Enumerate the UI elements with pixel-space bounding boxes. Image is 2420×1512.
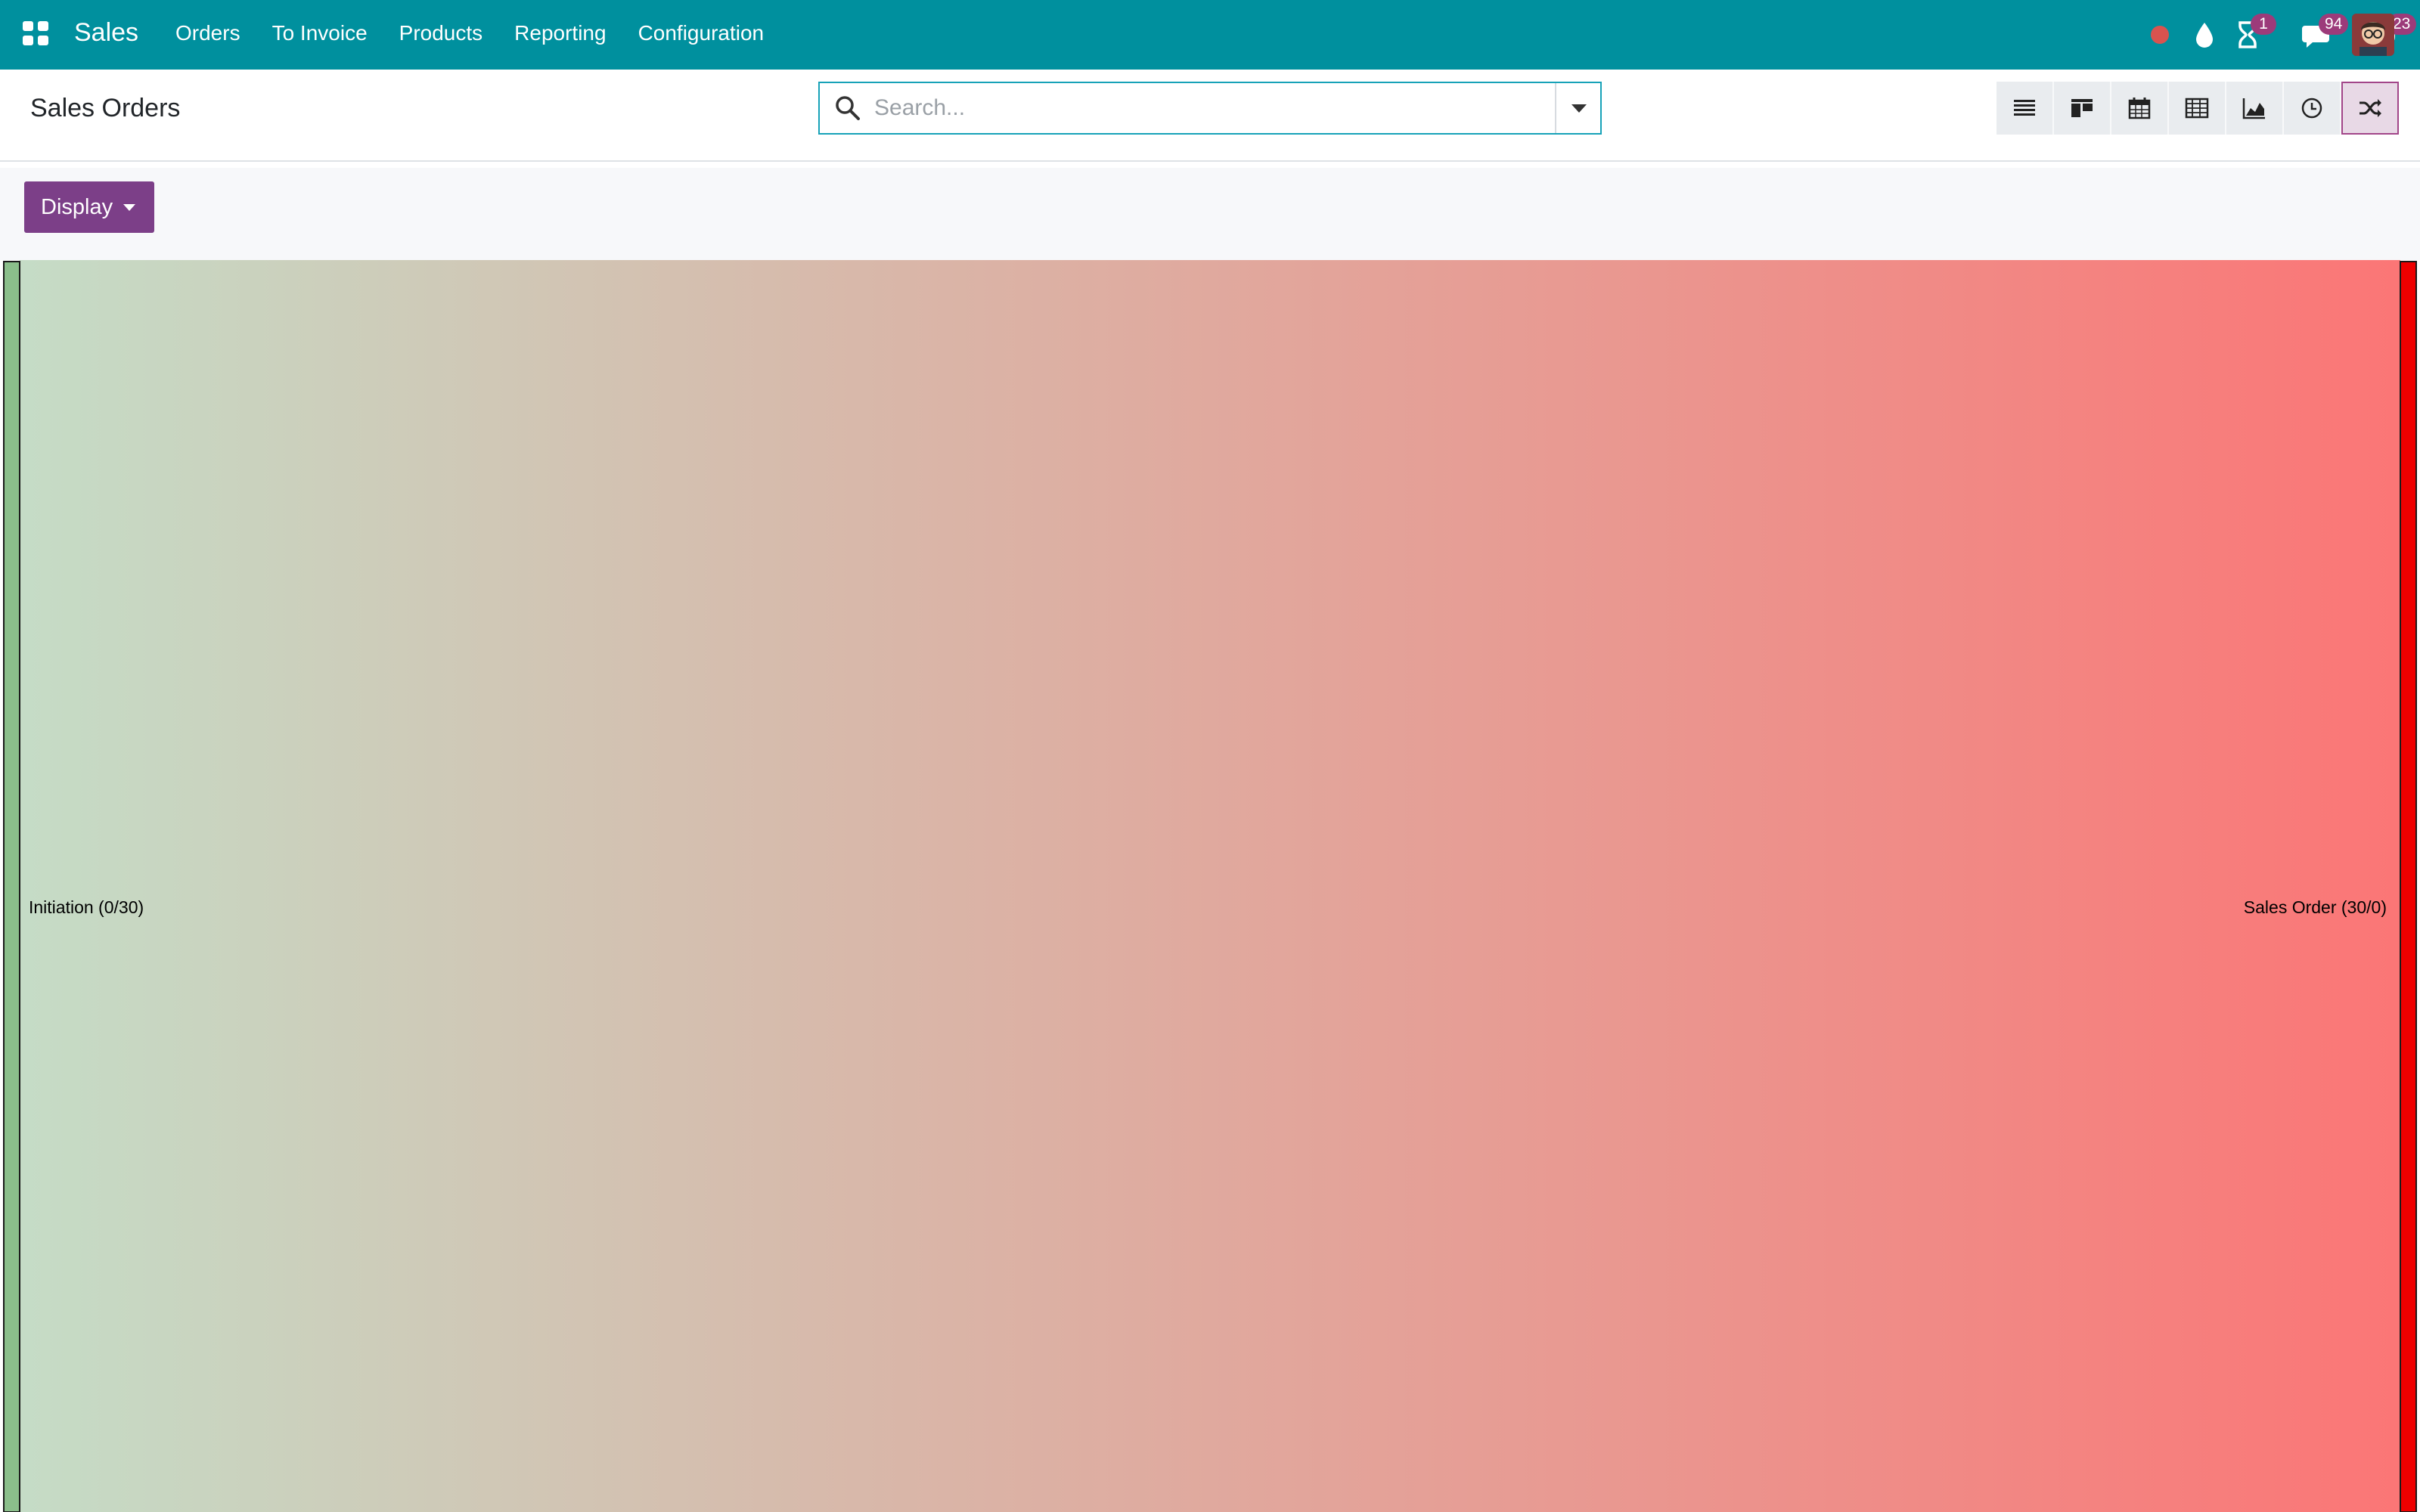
random-icon — [2360, 99, 2381, 117]
record-icon[interactable] — [2149, 20, 2170, 50]
main-navbar: Sales Orders To Invoice Products Reporti… — [0, 0, 2420, 70]
page-title: Sales Orders — [30, 94, 181, 122]
app-brand[interactable]: Sales — [74, 18, 138, 48]
sankey-label-initiation: Initiation (0/30) — [29, 897, 144, 917]
search-options-toggle[interactable] — [1555, 83, 1600, 133]
area-chart-icon — [2242, 98, 2265, 119]
activity-view-button[interactable] — [2284, 82, 2341, 135]
clock-icon — [2301, 98, 2322, 119]
list-icon — [2014, 100, 2035, 116]
activity-badge: 1 — [2251, 14, 2276, 35]
systray: 1 94 23 — [2012, 0, 2420, 70]
sankey-flow-link[interactable] — [20, 260, 2400, 1512]
menu-item-configuration[interactable]: Configuration — [638, 21, 765, 45]
apps-menu-icon[interactable] — [23, 21, 48, 45]
droplet-icon[interactable] — [2193, 20, 2216, 50]
display-label: Display — [41, 194, 113, 219]
menu-item-products[interactable]: Products — [399, 21, 483, 45]
sankey-node-initiation[interactable] — [3, 261, 20, 1512]
display-dropdown-button[interactable]: Display — [24, 181, 154, 233]
menu-item-reporting[interactable]: Reporting — [514, 21, 606, 45]
sankey-view-button[interactable] — [2341, 82, 2399, 135]
calendar-icon — [2128, 98, 2151, 119]
messages-icon[interactable]: 94 — [2302, 14, 2349, 50]
calendar-view-button[interactable] — [2111, 82, 2169, 135]
list-view-button[interactable] — [1996, 82, 2054, 135]
main-menu: Orders To Invoice Products Reporting Con… — [175, 21, 796, 45]
kanban-icon — [2071, 99, 2093, 117]
sankey-diagram: Initiation (0/30) Sales Order (30/0) — [0, 260, 2420, 1512]
caret-down-icon — [123, 203, 136, 211]
kanban-view-button[interactable] — [2054, 82, 2111, 135]
pivot-table-icon — [2185, 98, 2209, 119]
view-switcher — [1996, 82, 2399, 135]
sankey-label-sales-order: Sales Order (30/0) — [2244, 897, 2387, 917]
sankey-node-sales-order[interactable] — [2400, 261, 2417, 1512]
user-avatar[interactable] — [2352, 14, 2394, 56]
control-panel: Sales Orders — [0, 70, 2420, 162]
search-icon — [833, 94, 862, 122]
menu-item-to-invoice[interactable]: To Invoice — [272, 21, 368, 45]
search-input[interactable] — [874, 85, 1540, 132]
view-options-bar: Display — [0, 168, 2420, 260]
graph-view-button[interactable] — [2226, 82, 2284, 135]
pivot-view-button[interactable] — [2169, 82, 2226, 135]
activity-hourglass-icon[interactable]: 1 — [2234, 14, 2276, 50]
menu-item-orders[interactable]: Orders — [175, 21, 240, 45]
messages-badge: 94 — [2319, 14, 2349, 35]
search-bar — [818, 82, 1602, 135]
